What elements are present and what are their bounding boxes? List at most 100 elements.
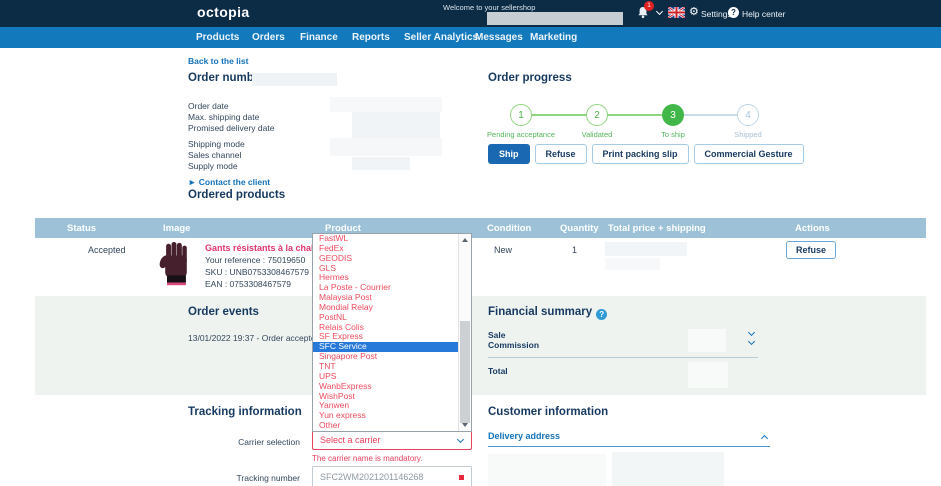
col-actions: Actions: [795, 223, 830, 234]
back-to-list-link[interactable]: Back to the list: [188, 56, 248, 66]
product-sku: SKU : UNB0753308467579: [205, 266, 319, 278]
required-marker-icon: [459, 475, 464, 480]
order-progress-title: Order progress: [488, 72, 572, 84]
carrier-error-message: The carrier name is mandatory.: [312, 454, 423, 463]
financial-summary-title: Financial summary?: [488, 306, 607, 320]
price-redacted: [605, 242, 687, 256]
order-values-redacted: [352, 112, 440, 138]
order-event-entry: 13/01/2022 19:37 - Order accepted: [188, 333, 320, 343]
tracking-number-input[interactable]: SFC2WM2021201146268: [312, 466, 472, 486]
promised-delivery-date-label: Promised delivery date: [188, 123, 274, 133]
step-connector: [532, 114, 586, 116]
product-ean: EAN : 0753308467579: [205, 278, 319, 290]
welcome-text: Welcome to your sellershop: [443, 3, 535, 12]
seller-name-redacted: [487, 12, 623, 25]
commercial-gesture-button[interactable]: Commercial Gesture: [694, 144, 804, 164]
gear-icon[interactable]: ⚙: [689, 7, 699, 18]
order-detail-page: octopia Welcome to your sellershop 1 ⚙ S…: [0, 0, 941, 486]
carrier-select[interactable]: Select a carrier: [312, 430, 472, 450]
sale-label: Sale: [488, 330, 506, 340]
main-navbar: Products Orders Finance Reports Seller A…: [0, 27, 941, 48]
nav-item-marketing[interactable]: Marketing: [530, 32, 577, 43]
commission-label: Commission: [488, 340, 539, 350]
col-total-price: Total price + shipping: [608, 223, 706, 234]
arrow-right-icon: ►: [188, 177, 196, 187]
order-action-buttons: Ship Refuse Print packing slip Commercia…: [488, 144, 804, 164]
order-values-redacted: [330, 138, 442, 156]
address-redacted: [612, 452, 724, 486]
refuse-button[interactable]: Refuse: [535, 144, 587, 164]
product-reference: Your reference : 75019650: [205, 254, 319, 266]
order-events-title: Order events: [188, 306, 259, 318]
carrier-options: FastWL FedEx GEODIS GLS Hermes La Poste …: [313, 234, 458, 431]
financial-divider: [488, 357, 758, 358]
sale-amount-redacted: [688, 329, 726, 352]
uk-flag-icon[interactable]: [668, 7, 685, 18]
order-values-redacted: [352, 157, 410, 170]
nav-item-orders[interactable]: Orders: [252, 32, 285, 43]
nav-item-finance[interactable]: Finance: [300, 32, 338, 43]
address-redacted: [488, 454, 606, 486]
step-connector: [608, 114, 662, 116]
order-date-label: Order date: [188, 101, 229, 111]
product-info-block: Gants résistants à la chale Your referen…: [205, 242, 319, 290]
row-status: Accepted: [88, 245, 126, 255]
supply-mode-label: Supply mode: [188, 161, 238, 171]
nav-item-seller-analytics[interactable]: Seller Analytics: [404, 32, 478, 43]
scroll-down-icon[interactable]: [462, 423, 468, 427]
product-image-glove[interactable]: [158, 241, 194, 288]
order-number-redacted: [252, 73, 337, 86]
ordered-products-title: Ordered products: [188, 189, 285, 201]
events-financial-band: [35, 296, 926, 395]
nav-item-messages[interactable]: Messages: [475, 32, 523, 43]
topbar: octopia Welcome to your sellershop 1 ⚙ S…: [0, 0, 941, 27]
nav-item-reports[interactable]: Reports: [352, 32, 390, 43]
chevron-up-icon[interactable]: [761, 435, 768, 442]
price-redacted: [605, 258, 660, 270]
step-label-shipped: Shipped: [703, 130, 793, 139]
max-shipping-date-label: Max. shipping date: [188, 112, 259, 122]
scrollbar-thumb[interactable]: [460, 321, 470, 423]
contact-client-link[interactable]: ► Contact the client: [188, 172, 270, 190]
col-image: Image: [163, 223, 190, 234]
products-table-header: Status Image Product Condition Quantity …: [35, 218, 926, 238]
customer-information-title: Customer information: [488, 406, 608, 418]
tracking-number-value: SFC2WM2021201146268: [313, 467, 471, 486]
carrier-option[interactable]: Other: [313, 421, 458, 431]
help-icon[interactable]: ?: [728, 7, 739, 18]
col-quantity: Quantity: [560, 223, 599, 234]
notification-badge: 1: [644, 1, 654, 11]
dropdown-scrollbar[interactable]: [458, 234, 471, 431]
carrier-select-value: Select a carrier: [313, 431, 471, 449]
nav-item-products[interactable]: Products: [196, 32, 239, 43]
delivery-address-toggle[interactable]: Delivery address: [488, 431, 560, 441]
order-values-redacted: [330, 97, 442, 112]
total-amount-redacted: [688, 362, 728, 388]
total-label: Total: [488, 366, 508, 376]
step-circle-pending: 1: [510, 104, 532, 126]
ship-button[interactable]: Ship: [488, 144, 530, 164]
scroll-up-icon[interactable]: [462, 238, 468, 242]
tracking-number-label: Tracking number: [215, 473, 300, 483]
chevron-down-icon[interactable]: [656, 8, 663, 15]
carrier-dropdown-list: FastWL FedEx GEODIS GLS Hermes La Poste …: [312, 233, 472, 432]
sales-channel-label: Sales channel: [188, 150, 241, 160]
info-icon[interactable]: ?: [596, 309, 607, 320]
carrier-selection-label: Carrier selection: [215, 437, 300, 447]
help-center-button[interactable]: Help center: [742, 9, 785, 19]
print-packing-slip-button[interactable]: Print packing slip: [592, 144, 689, 164]
step-circle-validated: 2: [586, 104, 608, 126]
tracking-information-title: Tracking information: [188, 406, 302, 418]
row-refuse-button[interactable]: Refuse: [786, 241, 836, 259]
col-status: Status: [67, 223, 96, 234]
step-connector: [684, 114, 737, 116]
row-condition: New: [494, 245, 512, 255]
octopia-logo: octopia: [197, 4, 250, 20]
col-condition: Condition: [487, 223, 531, 234]
row-quantity: 1: [572, 245, 577, 255]
delivery-address-underline: [488, 446, 770, 447]
shipping-mode-label: Shipping mode: [188, 139, 245, 149]
product-title-link[interactable]: Gants résistants à la chale: [205, 242, 319, 254]
step-circle-shipped: 4: [737, 104, 759, 126]
step-circle-to-ship: 3: [662, 104, 684, 126]
